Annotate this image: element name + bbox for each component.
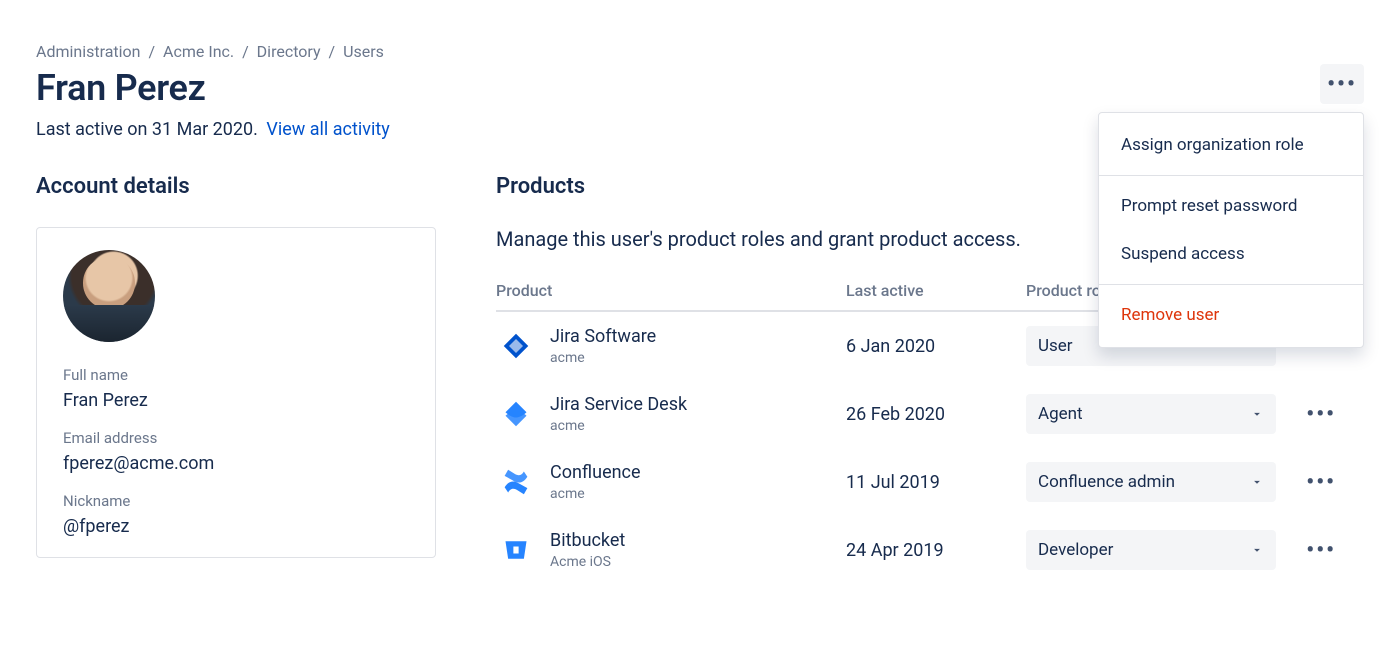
- product-row-actions-button[interactable]: •••: [1306, 402, 1336, 427]
- product-last-active: 6 Jan 2020: [846, 336, 1026, 357]
- activity-date: 31 Mar 2020: [152, 119, 253, 140]
- chevron-down-icon: [1250, 543, 1264, 557]
- label-nickname: Nickname: [63, 492, 409, 510]
- breadcrumb-sep: /: [329, 42, 336, 61]
- account-details-card: Full name Fran Perez Email address fpere…: [36, 227, 436, 558]
- product-cell: Jira Software acme: [496, 326, 846, 366]
- menu-item-assign-role[interactable]: Assign organization role: [1099, 121, 1363, 169]
- product-last-active: 24 Apr 2019: [846, 540, 1026, 561]
- product-role-select[interactable]: Confluence admin: [1026, 462, 1276, 502]
- product-last-active: 11 Jul 2019: [846, 472, 1026, 493]
- product-name: Bitbucket: [550, 530, 625, 552]
- menu-item-remove-user[interactable]: Remove user: [1099, 291, 1363, 339]
- label-full-name: Full name: [63, 366, 409, 384]
- value-full-name: Fran Perez: [63, 390, 409, 411]
- activity-prefix: Last active on: [36, 119, 152, 140]
- product-row-actions-button[interactable]: •••: [1306, 538, 1336, 563]
- product-last-active: 26 Feb 2020: [846, 404, 1026, 425]
- th-last-active: Last active: [846, 281, 1026, 300]
- menu-item-suspend-access[interactable]: Suspend access: [1099, 230, 1363, 278]
- product-role-select[interactable]: Developer: [1026, 530, 1276, 570]
- product-row: Bitbucket Acme iOS 24 Apr 2019 Developer •••: [496, 516, 1364, 584]
- product-name: Jira Software: [550, 326, 656, 348]
- breadcrumb-sep: /: [242, 42, 249, 61]
- product-cell: Jira Service Desk acme: [496, 394, 846, 434]
- breadcrumb-directory[interactable]: Directory: [257, 42, 321, 61]
- avatar: [63, 250, 155, 342]
- confluence-icon: [496, 462, 536, 502]
- product-cell: Confluence acme: [496, 462, 846, 502]
- label-email: Email address: [63, 429, 409, 447]
- product-name: Jira Service Desk: [550, 394, 687, 416]
- activity-dot: .: [253, 119, 258, 140]
- product-role-select[interactable]: Agent: [1026, 394, 1276, 434]
- product-row: Confluence acme 11 Jul 2019 Confluence admi…: [496, 448, 1364, 516]
- value-email: fperez@acme.com: [63, 453, 409, 474]
- menu-separator: [1099, 175, 1363, 176]
- view-all-activity-link[interactable]: View all activity: [266, 119, 389, 140]
- menu-item-reset-password[interactable]: Prompt reset password: [1099, 182, 1363, 230]
- product-sub: acme: [550, 418, 687, 434]
- breadcrumb-users[interactable]: Users: [343, 42, 384, 61]
- product-cell: Bitbucket Acme iOS: [496, 530, 846, 570]
- bitbucket-icon: [496, 530, 536, 570]
- page-title: Fran Perez: [36, 67, 1364, 109]
- value-nickname: @fperez: [63, 516, 409, 537]
- breadcrumb-org[interactable]: Acme Inc.: [163, 42, 234, 61]
- product-row: Jira Service Desk acme 26 Feb 2020 Agent •••: [496, 380, 1364, 448]
- dots-icon: •••: [1327, 72, 1357, 97]
- breadcrumb-administration[interactable]: Administration: [36, 42, 141, 61]
- product-role-value: Developer: [1038, 540, 1113, 560]
- section-heading-account: Account details: [36, 174, 436, 199]
- chevron-down-icon: [1250, 475, 1264, 489]
- product-row-actions-button[interactable]: •••: [1306, 470, 1336, 495]
- menu-separator: [1099, 284, 1363, 285]
- th-product: Product: [496, 281, 846, 300]
- chevron-down-icon: [1250, 407, 1264, 421]
- product-role-value: Agent: [1038, 404, 1083, 424]
- jira-software-icon: [496, 326, 536, 366]
- product-role-value: Confluence admin: [1038, 472, 1175, 492]
- product-name: Confluence: [550, 462, 641, 484]
- more-actions-button[interactable]: •••: [1320, 64, 1364, 104]
- breadcrumb-sep: /: [148, 42, 155, 61]
- product-sub: acme: [550, 486, 641, 502]
- breadcrumb: Administration / Acme Inc. / Directory /…: [36, 42, 1364, 61]
- jira-service-desk-icon: [496, 394, 536, 434]
- product-sub: Acme iOS: [550, 554, 625, 570]
- product-role-value: User: [1038, 336, 1073, 356]
- product-sub: acme: [550, 350, 656, 366]
- user-actions-menu: Assign organization role Prompt reset pa…: [1098, 112, 1364, 348]
